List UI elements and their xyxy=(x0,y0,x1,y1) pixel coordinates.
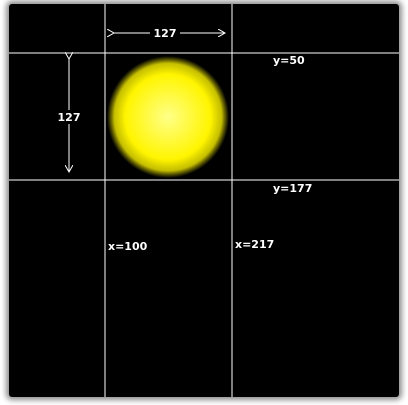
diagram-canvas: 127 127 y=50 y=177 x=100 x=217 xyxy=(9,4,399,397)
y-label-bottom: y=177 xyxy=(273,182,312,195)
x-label-left: x=100 xyxy=(108,240,148,253)
x-label-right: x=217 xyxy=(235,238,274,251)
height-dimension-label: 127 xyxy=(58,111,81,124)
diagram-svg: 127 127 y=50 y=177 x=100 x=217 xyxy=(9,4,399,397)
sun-circle xyxy=(107,56,229,178)
y-label-top: y=50 xyxy=(273,54,305,67)
width-dimension-label: 127 xyxy=(154,27,177,40)
